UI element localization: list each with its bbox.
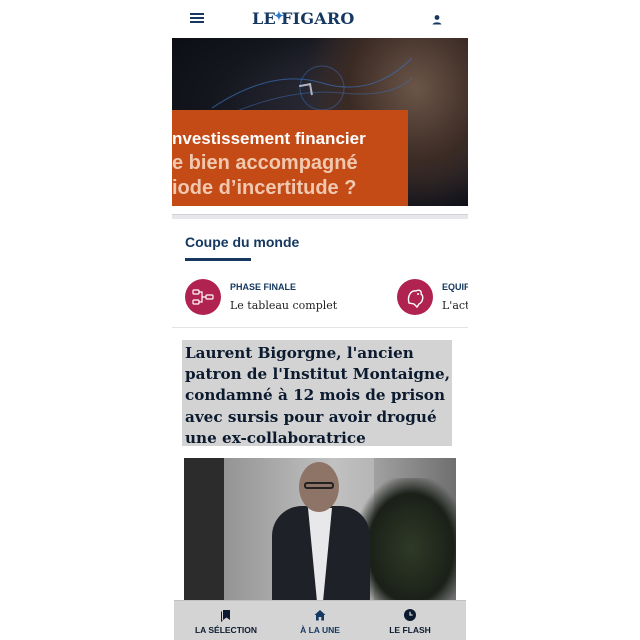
section-title[interactable]: Coupe du monde xyxy=(185,234,299,250)
banner-chart-lines xyxy=(212,57,412,114)
logo-bird-icon: ✦ xyxy=(273,9,285,23)
topic-card-equipe[interactable]: EQUIF L'actu xyxy=(397,278,468,318)
le-figaro-logo[interactable]: LE✦FIGARO xyxy=(252,9,354,28)
nav-label: À LA UNE xyxy=(300,625,340,635)
photo-plant xyxy=(356,478,456,608)
bracket-icon xyxy=(185,279,221,315)
nav-a-la-une[interactable]: À LA UNE xyxy=(272,601,368,640)
ad-banner[interactable]: nvestissement financier e bien accompagn… xyxy=(172,38,468,206)
rooster-icon xyxy=(397,279,433,315)
app-screen: LE✦FIGARO nvestissement financier e bien… xyxy=(172,0,468,640)
topic-cards-carousel[interactable]: PHASE FINALE Le tableau complet EQUIF L'… xyxy=(172,278,468,322)
home-icon xyxy=(314,610,326,621)
photo-shadow xyxy=(184,458,224,608)
banner-text: nvestissement financier e bien accompagn… xyxy=(172,126,366,201)
bookmark-icon xyxy=(221,610,230,622)
nav-label: LE FLASH xyxy=(389,625,431,635)
nav-la-selection[interactable]: LA SÉLECTION xyxy=(178,601,274,640)
card-text: Le tableau complet xyxy=(230,299,338,312)
user-account-icon[interactable] xyxy=(430,13,444,27)
top-bar: LE✦FIGARO xyxy=(172,0,468,38)
article-photo[interactable] xyxy=(184,458,456,608)
card-text: L'actu xyxy=(442,299,468,312)
banner-line-1: nvestissement financier xyxy=(172,129,366,148)
banner-line-2: e bien accompagné xyxy=(172,152,358,174)
banner-line-3: iode d’incertitude ? xyxy=(172,177,357,199)
bottom-navigation: LA SÉLECTION À LA UNE LE FLASH xyxy=(174,600,466,640)
nav-label: LA SÉLECTION xyxy=(194,625,258,635)
card-kicker: PHASE FINALE xyxy=(230,282,297,292)
section-title-underline xyxy=(185,258,251,261)
hamburger-menu-icon[interactable] xyxy=(190,13,204,25)
article-headline: Laurent Bigorgne, l'ancien patron de l'I… xyxy=(185,344,450,447)
article-headline-link[interactable]: Laurent Bigorgne, l'ancien patron de l'I… xyxy=(182,340,452,447)
section-divider xyxy=(172,214,468,219)
clock-icon xyxy=(404,609,416,621)
logo-text-figaro: FIGARO xyxy=(281,9,355,28)
divider xyxy=(172,327,468,328)
logo-text-le: LE xyxy=(252,9,276,28)
topic-card-phase-finale[interactable]: PHASE FINALE Le tableau complet xyxy=(185,278,375,318)
nav-le-flash[interactable]: LE FLASH xyxy=(362,601,458,640)
photo-person-glasses xyxy=(304,482,334,489)
card-kicker: EQUIF xyxy=(442,282,468,292)
arrow-icon xyxy=(299,83,313,97)
